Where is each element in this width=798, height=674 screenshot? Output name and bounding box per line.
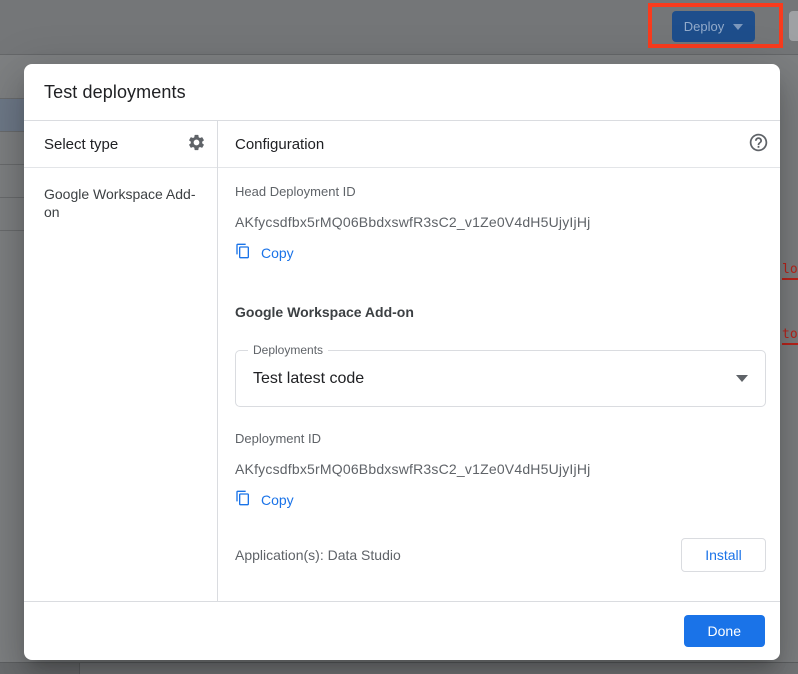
- scrimmed-statusbar: [0, 662, 798, 674]
- head-deployment-id-value: AKfycsdfbx5rMQ06BbdxswfR3sC2_v1Ze0V4dH5U…: [235, 214, 766, 230]
- configuration-pane: Configuration Head Deployment ID AKfycsd…: [218, 121, 780, 601]
- head-deployment-id-label: Head Deployment ID: [235, 184, 766, 199]
- help-icon: [748, 132, 769, 156]
- chevron-down-icon: [736, 375, 748, 382]
- done-button[interactable]: Done: [684, 615, 765, 647]
- select-type-header: Select type: [24, 121, 217, 168]
- deployments-select-label: Deployments: [248, 343, 328, 357]
- gear-icon: [187, 133, 206, 155]
- application-row: Application(s): Data Studio Install: [235, 538, 766, 572]
- application-label: Application(s): Data Studio: [235, 547, 401, 563]
- file-row: [0, 56, 24, 99]
- test-deployments-dialog: Test deployments Select type Google Work…: [24, 64, 780, 660]
- dialog-titlebar: Test deployments: [24, 64, 780, 121]
- file-row: [0, 198, 24, 231]
- deployment-id-value: AKfycsdfbx5rMQ06BbdxswfR3sC2_v1Ze0V4dH5U…: [235, 461, 766, 477]
- copy-icon: [235, 490, 251, 509]
- copy-deployment-id-button[interactable]: Copy: [235, 488, 294, 511]
- configuration-header: Configuration: [218, 121, 780, 168]
- type-item-google-workspace-addon[interactable]: Google Workspace Add-on: [24, 185, 217, 221]
- select-type-pane: Select type Google Workspace Add-on: [24, 121, 218, 601]
- file-row: [0, 165, 24, 198]
- scrimmed-statusbar-corner: [0, 663, 80, 674]
- select-type-header-label: Select type: [44, 136, 118, 153]
- toolbar-button-sliver: [789, 11, 798, 41]
- copy-button-label: Copy: [261, 245, 294, 261]
- dialog-title: Test deployments: [44, 82, 186, 103]
- scrimmed-code-fragment: lo: [782, 262, 798, 280]
- file-row: [0, 132, 24, 165]
- install-button[interactable]: Install: [681, 538, 766, 572]
- deployment-id-label: Deployment ID: [235, 431, 766, 446]
- deployments-select-value: Test latest code: [253, 370, 364, 388]
- copy-head-deployment-id-button[interactable]: Copy: [235, 241, 294, 264]
- chevron-down-icon: [733, 24, 743, 30]
- copy-icon: [235, 243, 251, 262]
- help-button[interactable]: [748, 132, 769, 156]
- configuration-header-label: Configuration: [235, 136, 324, 153]
- dialog-footer: Done: [24, 601, 780, 660]
- deployments-select[interactable]: Deployments Test latest code: [235, 350, 766, 407]
- scrimmed-code-fragment: to: [782, 327, 798, 345]
- deploy-button-label: Deploy: [684, 19, 724, 34]
- dialog-body: Select type Google Workspace Add-on Conf…: [24, 121, 780, 601]
- file-row-selected: [0, 99, 24, 132]
- configuration-content: Head Deployment ID AKfycsdfbx5rMQ06Bbdxs…: [218, 168, 780, 572]
- screen: Deploy lo to Test deployments Select typ…: [0, 0, 798, 674]
- scrimmed-toolbar: Deploy: [0, 0, 798, 55]
- deployment-settings-button[interactable]: [187, 133, 206, 155]
- scrimmed-file-list: [0, 56, 24, 231]
- addon-section-header: Google Workspace Add-on: [235, 304, 766, 320]
- deploy-button[interactable]: Deploy: [672, 11, 755, 42]
- copy-button-label: Copy: [261, 492, 294, 508]
